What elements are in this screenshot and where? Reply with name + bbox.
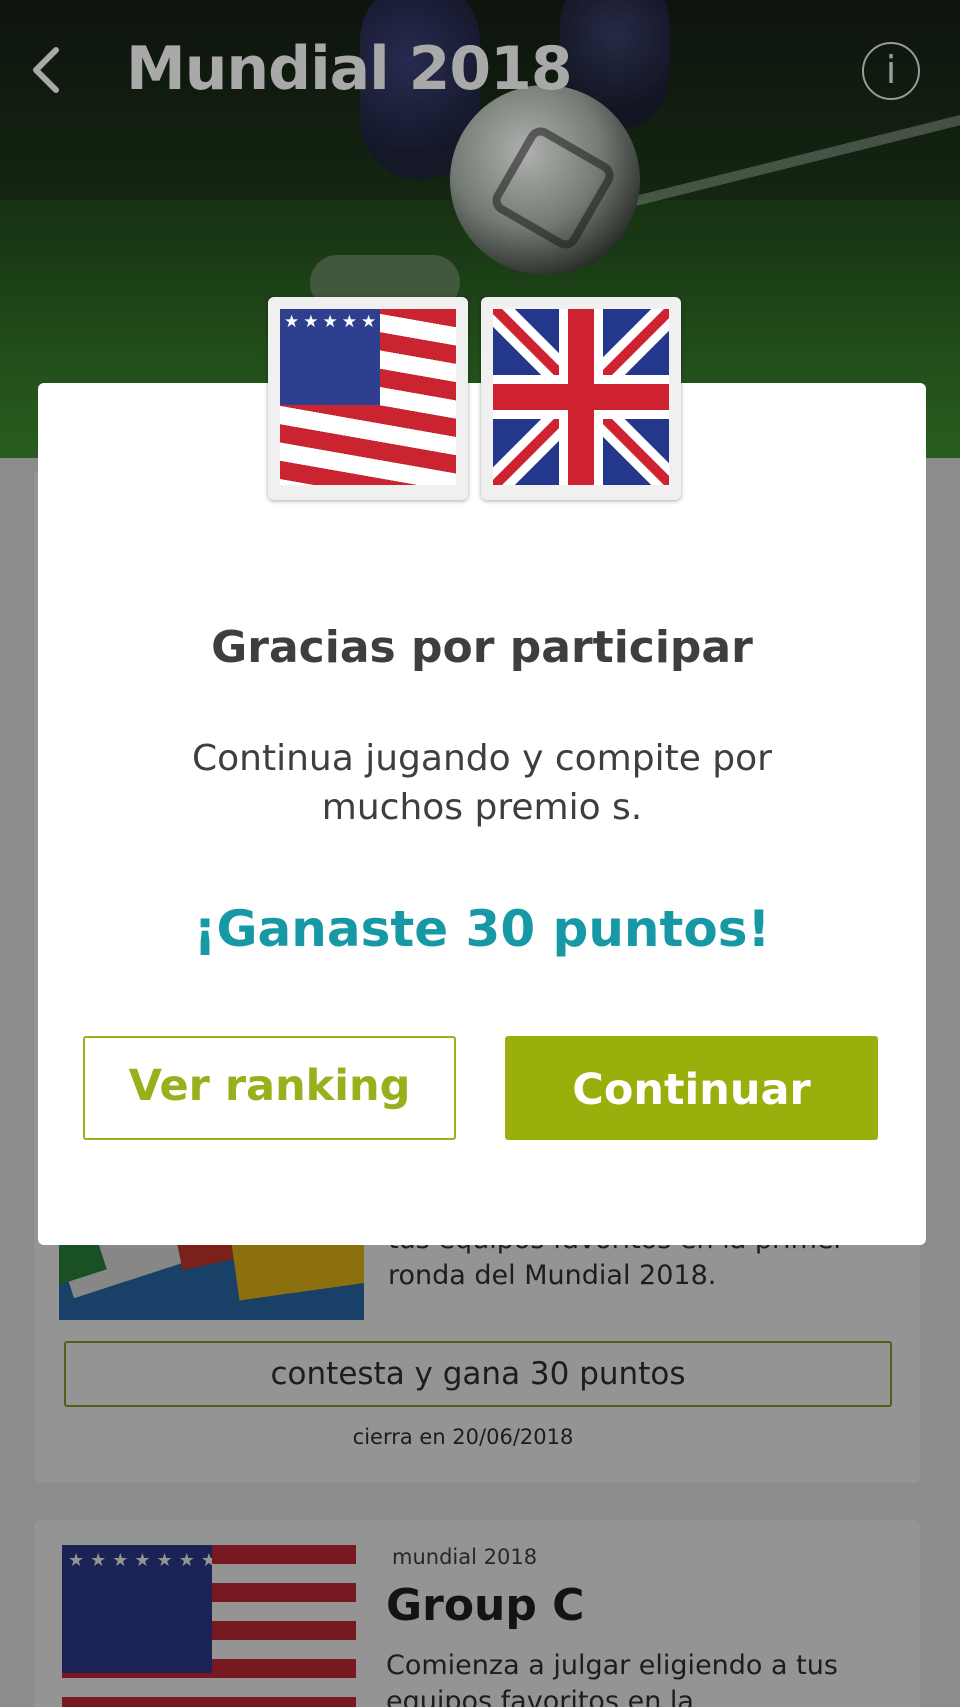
team-flag-tile — [481, 297, 681, 500]
points-earned: ¡Ganaste 30 puntos! — [193, 900, 771, 958]
chevron-left-icon — [33, 47, 59, 93]
dialog-title: Gracias por participar — [211, 622, 753, 673]
view-ranking-button[interactable]: Ver ranking — [83, 1036, 456, 1140]
info-button[interactable]: i — [862, 42, 920, 100]
page-title: Mundial 2018 — [126, 34, 573, 104]
united-states-flag-icon: ★★★★★★★★★★★★★★★★★★★★★★★★ — [280, 309, 456, 485]
team-flag-tile: ★★★★★★★★★★★★★★★★★★★★★★★★ — [268, 297, 468, 500]
continue-button[interactable]: Continuar — [505, 1036, 878, 1140]
back-button[interactable] — [26, 40, 74, 100]
united-kingdom-flag-icon — [493, 309, 669, 485]
dialog-message: Continua jugando y compite por muchos pr… — [192, 738, 772, 828]
